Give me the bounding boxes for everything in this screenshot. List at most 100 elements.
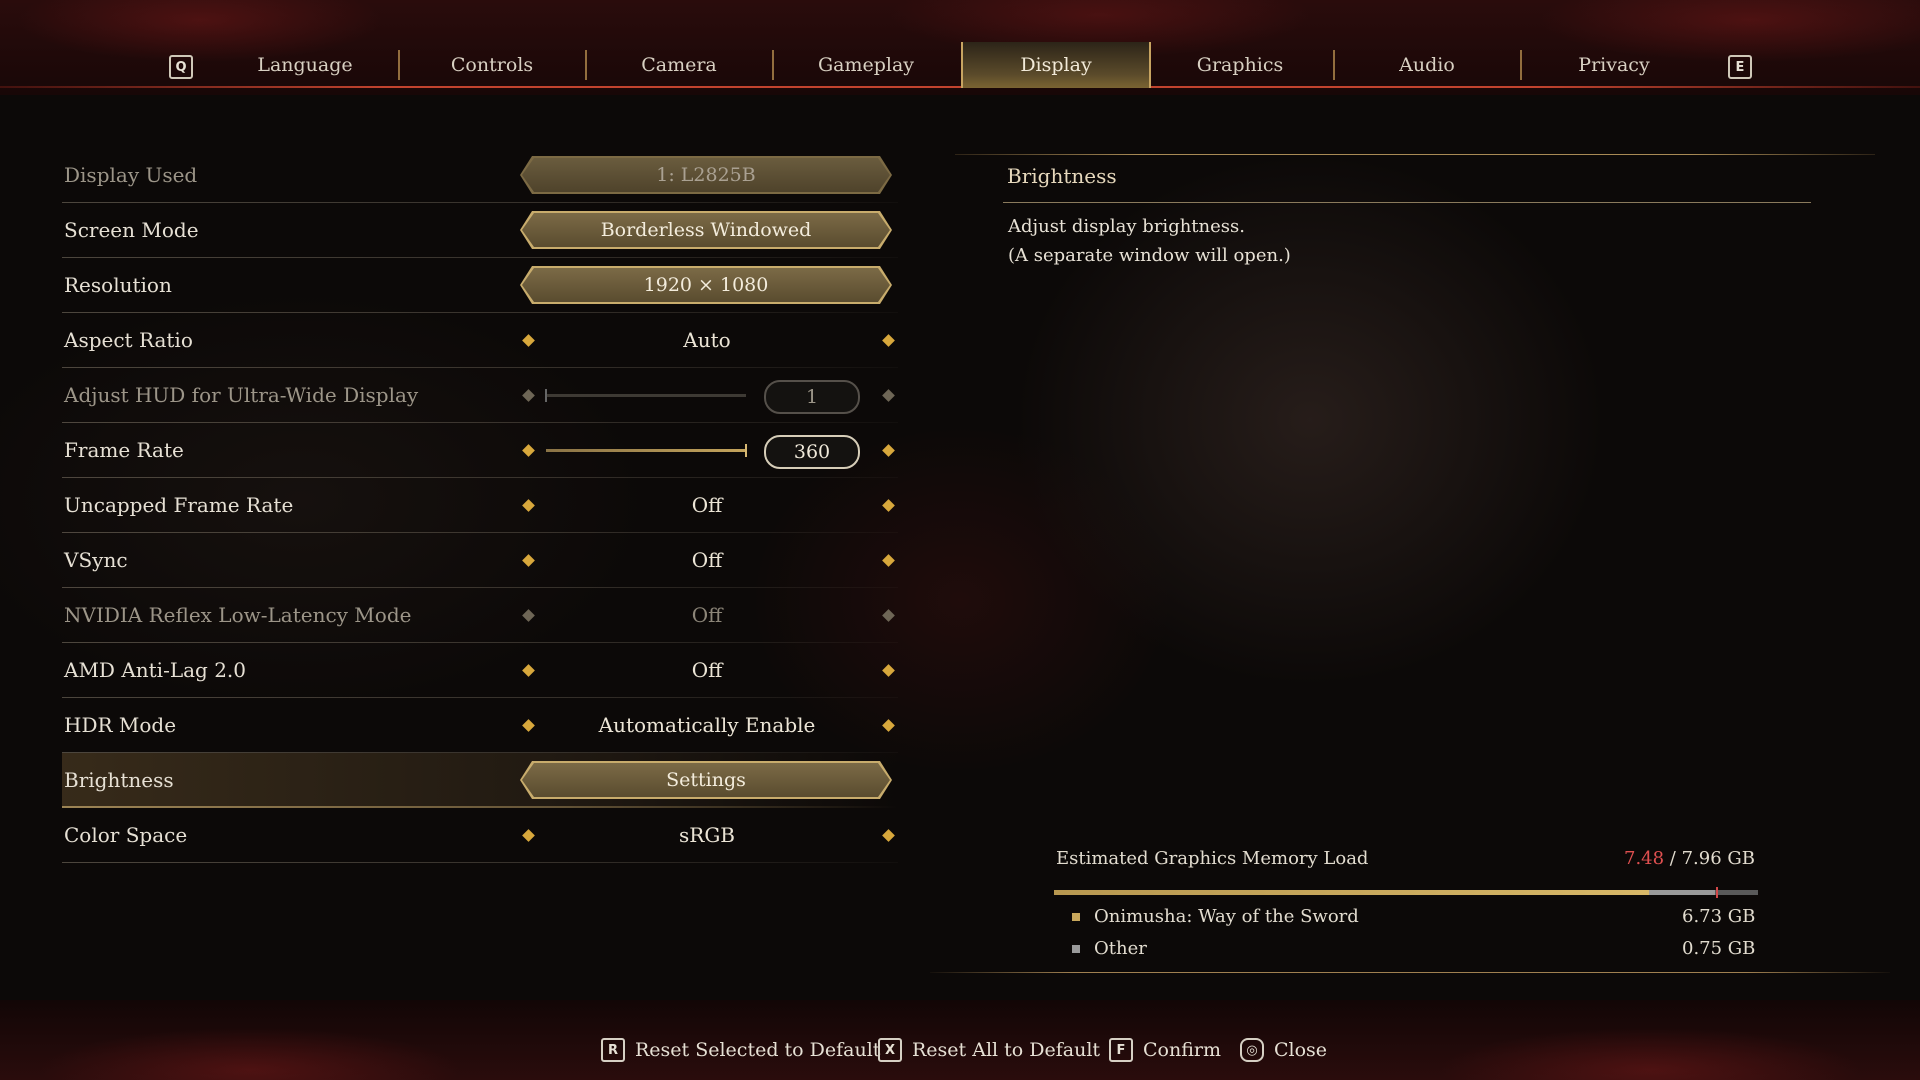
setting-hdr-mode[interactable]: HDR Mode Automatically Enable bbox=[62, 698, 898, 753]
setting-label: Color Space bbox=[64, 823, 188, 847]
memory-bar bbox=[1054, 887, 1758, 898]
setting-label: VSync bbox=[64, 548, 128, 572]
brightness-settings-button[interactable]: Settings bbox=[522, 763, 890, 797]
right-arrow-icon[interactable] bbox=[882, 664, 895, 677]
setting-uncapped-frame-rate[interactable]: Uncapped Frame Rate Off bbox=[62, 478, 898, 533]
setting-label: Aspect Ratio bbox=[64, 328, 193, 352]
vsync-value: Off bbox=[691, 548, 723, 572]
hint-label: Close bbox=[1274, 1039, 1328, 1061]
info-description-line: (A separate window will open.) bbox=[1008, 245, 1291, 266]
next-tab-key-e[interactable]: E bbox=[1728, 55, 1752, 79]
key-x-icon: X bbox=[878, 1038, 902, 1062]
info-description: Adjust display brightness. (A separate w… bbox=[1008, 212, 1291, 270]
setting-label: Display Used bbox=[64, 163, 198, 187]
right-arrow-icon[interactable] bbox=[882, 334, 895, 347]
right-arrow-icon[interactable] bbox=[882, 499, 895, 512]
close-hint[interactable]: ◎ Close bbox=[1240, 1036, 1327, 1064]
key-r-icon: R bbox=[601, 1038, 625, 1062]
left-arrow-icon[interactable] bbox=[522, 499, 535, 512]
memory-item-other: Other bbox=[1072, 938, 1147, 959]
info-description-line: Adjust display brightness. bbox=[1008, 216, 1245, 237]
right-arrow-icon[interactable] bbox=[882, 609, 895, 622]
setting-label: AMD Anti-Lag 2.0 bbox=[64, 658, 247, 682]
resolution-button[interactable]: 1920 × 1080 bbox=[522, 268, 890, 302]
setting-hud-ultrawide[interactable]: Adjust HUD for Ultra-Wide Display 1 bbox=[62, 368, 898, 423]
reset-all-hint[interactable]: X Reset All to Default bbox=[878, 1036, 1100, 1064]
setting-label: Resolution bbox=[64, 273, 172, 297]
memory-bar-marker bbox=[1715, 887, 1718, 898]
setting-label: HDR Mode bbox=[64, 713, 177, 737]
frame-rate-value: 360 bbox=[764, 435, 860, 469]
left-arrow-icon[interactable] bbox=[522, 664, 535, 677]
left-arrow-icon[interactable] bbox=[522, 609, 535, 622]
confirm-hint[interactable]: F Confirm bbox=[1109, 1036, 1221, 1064]
left-arrow-icon[interactable] bbox=[522, 444, 535, 457]
prev-tab-key-q[interactable]: Q bbox=[169, 55, 193, 79]
right-arrow-icon[interactable] bbox=[882, 389, 895, 402]
left-arrow-icon[interactable] bbox=[522, 554, 535, 567]
right-arrow-icon[interactable] bbox=[882, 829, 895, 842]
memory-item-value: 0.75 GB bbox=[1682, 938, 1756, 959]
memory-divider bbox=[930, 972, 1890, 973]
info-title-divider bbox=[1003, 202, 1811, 203]
setting-label: Adjust HUD for Ultra-Wide Display bbox=[64, 383, 419, 407]
setting-vsync[interactable]: VSync Off bbox=[62, 533, 898, 588]
right-arrow-icon[interactable] bbox=[882, 554, 895, 567]
setting-label: Uncapped Frame Rate bbox=[64, 493, 294, 517]
tab-gameplay[interactable]: Gameplay bbox=[773, 40, 959, 90]
memory-item-name: Other bbox=[1094, 938, 1147, 959]
hint-label: Reset Selected to Default bbox=[635, 1039, 881, 1061]
memory-label: Estimated Graphics Memory Load bbox=[1056, 848, 1369, 869]
setting-nvidia-reflex[interactable]: NVIDIA Reflex Low-Latency Mode Off bbox=[62, 588, 898, 643]
memory-item-value: 6.73 GB bbox=[1682, 906, 1756, 927]
tab-display[interactable]: Display bbox=[961, 42, 1151, 88]
display-used-button[interactable]: 1: L2825B bbox=[522, 158, 890, 192]
setting-aspect-ratio[interactable]: Aspect Ratio Auto bbox=[62, 313, 898, 368]
hud-ultrawide-value: 1 bbox=[764, 380, 860, 414]
info-title: Brightness bbox=[1007, 164, 1117, 188]
setting-resolution[interactable]: Resolution 1920 × 1080 bbox=[62, 258, 898, 313]
memory-bar-other bbox=[1648, 890, 1716, 895]
setting-screen-mode[interactable]: Screen Mode Borderless Windowed bbox=[62, 203, 898, 258]
mouse-icon: ◎ bbox=[1240, 1038, 1264, 1062]
right-arrow-icon[interactable] bbox=[882, 719, 895, 732]
right-arrow-icon[interactable] bbox=[882, 444, 895, 457]
info-panel-divider bbox=[955, 154, 1875, 155]
slider-handle[interactable] bbox=[545, 389, 547, 402]
tab-audio[interactable]: Audio bbox=[1334, 40, 1520, 90]
slider-handle[interactable] bbox=[745, 444, 747, 457]
setting-display-used[interactable]: Display Used 1: L2825B bbox=[62, 148, 898, 203]
square-icon bbox=[1072, 913, 1080, 921]
setting-brightness[interactable]: Brightness Settings bbox=[62, 753, 898, 808]
hint-label: Confirm bbox=[1143, 1039, 1221, 1061]
left-arrow-icon[interactable] bbox=[522, 719, 535, 732]
square-icon bbox=[1072, 945, 1080, 953]
setting-frame-rate[interactable]: Frame Rate 360 bbox=[62, 423, 898, 478]
tab-bar: Q Language Controls Camera Gameplay Disp… bbox=[0, 40, 1920, 90]
tab-graphics[interactable]: Graphics bbox=[1147, 40, 1333, 90]
memory-item-game: Onimusha: Way of the Sword bbox=[1072, 906, 1359, 927]
slider-fill bbox=[546, 449, 746, 452]
tab-language[interactable]: Language bbox=[212, 40, 398, 90]
screen-mode-button[interactable]: Borderless Windowed bbox=[522, 213, 890, 247]
tab-controls[interactable]: Controls bbox=[399, 40, 585, 90]
setting-color-space[interactable]: Color Space sRGB bbox=[62, 808, 898, 863]
left-arrow-icon[interactable] bbox=[522, 389, 535, 402]
memory-item-name: Onimusha: Way of the Sword bbox=[1094, 906, 1359, 927]
nvidia-reflex-value: Off bbox=[691, 603, 723, 627]
info-panel: Brightness Adjust display brightness. (A… bbox=[955, 150, 1885, 970]
key-f-icon: F bbox=[1109, 1038, 1133, 1062]
tab-privacy[interactable]: Privacy bbox=[1521, 40, 1707, 90]
left-arrow-icon[interactable] bbox=[522, 334, 535, 347]
setting-amd-anti-lag[interactable]: AMD Anti-Lag 2.0 Off bbox=[62, 643, 898, 698]
left-arrow-icon[interactable] bbox=[522, 829, 535, 842]
reset-selected-hint[interactable]: R Reset Selected to Default bbox=[601, 1036, 880, 1064]
tab-camera[interactable]: Camera bbox=[586, 40, 772, 90]
aspect-ratio-value: Auto bbox=[683, 328, 731, 352]
setting-label: Brightness bbox=[64, 768, 174, 792]
frame-rate-slider[interactable] bbox=[546, 444, 747, 457]
hud-ultrawide-slider[interactable] bbox=[545, 389, 746, 402]
row-divider bbox=[62, 862, 898, 863]
color-space-value: sRGB bbox=[679, 823, 735, 847]
memory-bar-game bbox=[1054, 890, 1649, 895]
